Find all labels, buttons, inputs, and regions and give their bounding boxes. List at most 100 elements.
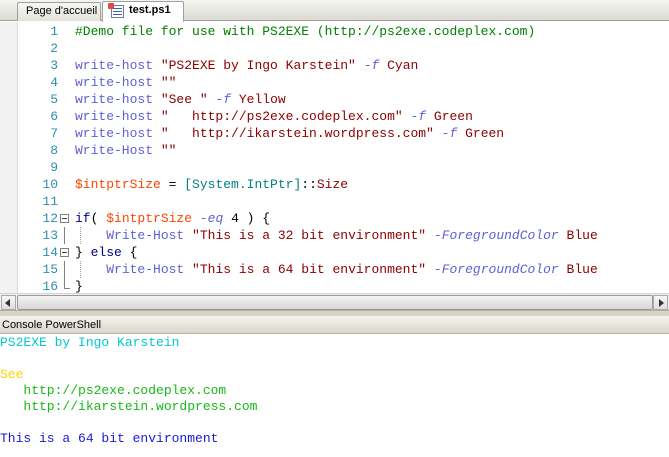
code-token: $intptrSize bbox=[75, 177, 161, 192]
code-text: write-host " http://ikarstein.wordpress.… bbox=[75, 125, 504, 142]
code-line[interactable]: 8 Write-Host "" bbox=[0, 142, 669, 159]
tab-home-page[interactable]: Page d'accueil bbox=[17, 2, 101, 21]
code-token: -ForegroundColor bbox=[433, 228, 559, 243]
code-token: Write-Host bbox=[75, 143, 154, 158]
scroll-left-arrow-icon[interactable] bbox=[1, 295, 16, 310]
collapse-region-icon[interactable] bbox=[60, 248, 69, 257]
code-line[interactable]: 1 #Demo file for use with PS2EXE (http://… bbox=[0, 23, 669, 40]
code-token: Write-Host bbox=[106, 228, 185, 243]
code-token: #Demo file for use with PS2EXE (http://p… bbox=[75, 24, 536, 39]
console-output-line: http://ps2exe.codeplex.com bbox=[0, 383, 227, 398]
code-text: #Demo file for use with PS2EXE (http://p… bbox=[75, 23, 535, 40]
script-file-icon bbox=[108, 3, 124, 18]
console-output-line: This is a 64 bit environment bbox=[0, 431, 219, 446]
code-text: Write-Host "This is a 64 bit environment… bbox=[75, 261, 598, 278]
code-token: -f bbox=[363, 58, 380, 73]
code-line[interactable]: 6 write-host " http://ps2exe.codeplex.com… bbox=[0, 108, 669, 125]
code-line[interactable]: 3 write-host "PS2EXE by Ingo Karstein" -f… bbox=[0, 57, 669, 74]
code-token: :: bbox=[301, 177, 317, 192]
code-line[interactable]: 10 $intptrSize = [System.IntPtr]::Size bbox=[0, 176, 669, 193]
editor-horizontal-scrollbar[interactable] bbox=[0, 293, 669, 310]
collapse-region-icon[interactable] bbox=[60, 214, 69, 223]
script-editor[interactable]: 1 #Demo file for use with PS2EXE (http://… bbox=[0, 22, 669, 293]
scrollbar-thumb[interactable] bbox=[17, 295, 653, 310]
code-token: "" bbox=[160, 75, 177, 90]
line-number: 2 bbox=[50, 41, 58, 56]
code-line[interactable]: 2 bbox=[0, 40, 669, 57]
code-token: "PS2EXE by Ingo Karstein" bbox=[160, 58, 356, 73]
line-number: 4 bbox=[50, 75, 58, 90]
line-number: 7 bbox=[50, 126, 58, 141]
code-line[interactable]: 5 write-host "See " -f Yellow bbox=[0, 91, 669, 108]
console-output-line: See bbox=[0, 367, 24, 382]
code-text: $intptrSize = [System.IntPtr]::Size bbox=[75, 176, 348, 193]
line-number: 12 bbox=[42, 211, 58, 226]
code-token: " http://ikarstein.wordpress.com" bbox=[160, 126, 434, 141]
fold-guide-line bbox=[64, 227, 65, 244]
code-token: = bbox=[160, 177, 185, 192]
code-text: } else { bbox=[75, 244, 137, 261]
code-token: -f bbox=[410, 109, 427, 124]
code-token: Blue bbox=[558, 262, 598, 277]
code-line[interactable]: 14 } else { bbox=[0, 244, 669, 261]
code-token: "This is a 64 bit environment" bbox=[192, 262, 427, 277]
line-number: 11 bbox=[42, 194, 58, 209]
line-number: 13 bbox=[42, 228, 58, 243]
code-token: 4 ) { bbox=[223, 211, 271, 226]
code-token: -ForegroundColor bbox=[433, 262, 559, 277]
code-token: write-host bbox=[75, 58, 154, 73]
code-token: Yellow bbox=[231, 92, 286, 107]
code-token: write-host bbox=[75, 75, 154, 90]
fold-guide-line bbox=[64, 278, 65, 288]
code-token: Green bbox=[457, 126, 505, 141]
code-token: write-host bbox=[75, 126, 154, 141]
console-output-line: PS2EXE by Ingo Karstein bbox=[0, 335, 180, 350]
code-token: Green bbox=[426, 109, 473, 124]
line-number: 6 bbox=[50, 109, 58, 124]
code-text: } bbox=[75, 278, 83, 293]
scroll-right-arrow-icon[interactable] bbox=[653, 295, 668, 310]
line-number: 1 bbox=[50, 24, 58, 39]
fold-guide-line bbox=[64, 261, 65, 278]
code-token: write-host bbox=[75, 92, 154, 107]
code-token: Blue bbox=[558, 228, 598, 243]
code-line[interactable]: 15 Write-Host "This is a 64 bit environm… bbox=[0, 261, 669, 278]
code-token: else bbox=[90, 245, 122, 260]
tab-test-ps1[interactable]: test.ps1 bbox=[102, 1, 184, 22]
code-token: -f bbox=[441, 126, 458, 141]
code-line[interactable]: 9 bbox=[0, 159, 669, 176]
code-token: "" bbox=[160, 143, 177, 158]
code-line[interactable]: 16} bbox=[0, 278, 669, 293]
line-number: 5 bbox=[50, 92, 58, 107]
code-line[interactable]: 11 bbox=[0, 193, 669, 210]
line-number: 14 bbox=[42, 245, 58, 260]
code-text: Write-Host "" bbox=[75, 142, 176, 159]
code-token: " http://ps2exe.codeplex.com" bbox=[160, 109, 403, 124]
code-token: [System.IntPtr] bbox=[184, 177, 302, 192]
code-token: write-host bbox=[75, 109, 154, 124]
line-number: 10 bbox=[42, 177, 58, 192]
code-line[interactable]: 12 if( $intptrSize -eq 4 ) { bbox=[0, 210, 669, 227]
powershell-console-output[interactable]: PS2EXE by Ingo Karstein See http://ps2exe… bbox=[0, 334, 669, 457]
code-token: Size bbox=[316, 177, 349, 192]
code-text: if( $intptrSize -eq 4 ) { bbox=[75, 210, 270, 227]
code-token: "See " bbox=[160, 92, 208, 107]
line-number: 9 bbox=[50, 160, 58, 175]
line-number: 15 bbox=[42, 262, 58, 277]
document-tab-strip: Page d'accueil test.ps1 bbox=[0, 0, 669, 22]
code-token: ( bbox=[90, 211, 107, 226]
code-line[interactable]: 13 Write-Host "This is a 32 bit environm… bbox=[0, 227, 669, 244]
code-line[interactable]: 7 write-host " http://ikarstein.wordpress… bbox=[0, 125, 669, 142]
tab-home-page-label: Page d'accueil bbox=[26, 5, 98, 17]
code-line[interactable]: 4 write-host "" bbox=[0, 74, 669, 91]
